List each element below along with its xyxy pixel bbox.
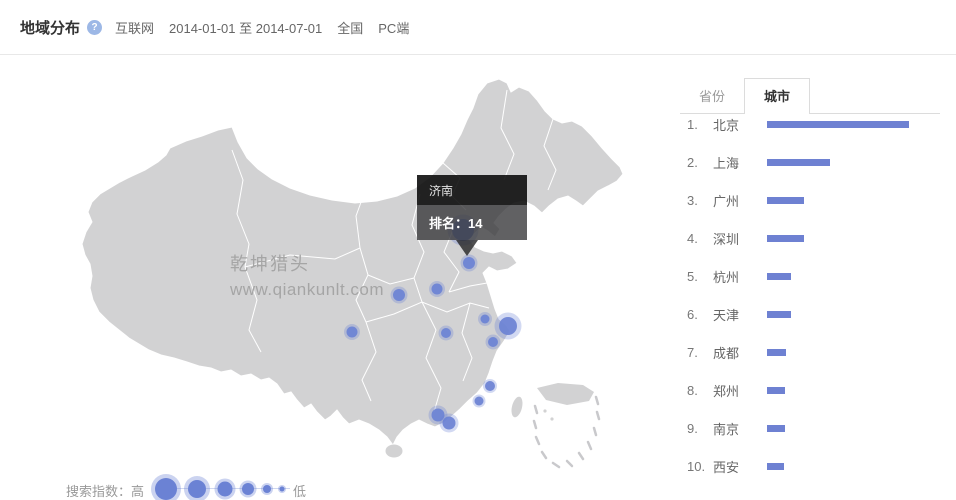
legend-size-dot [263, 485, 271, 493]
rank-number: 1. [687, 117, 713, 132]
rank-bar [767, 349, 786, 356]
city-bubble[interactable] [347, 327, 358, 338]
city-rank-row[interactable]: 1.北京 [680, 105, 956, 143]
page-title: 地域分布 [20, 17, 80, 38]
rank-bar [767, 387, 785, 394]
city-name: 杭州 [713, 267, 767, 286]
rank-bar [767, 463, 784, 470]
legend-size-dot [242, 483, 254, 495]
filter-item-1[interactable]: 2014-01-01 至 2014-07-01 [169, 18, 322, 37]
city-bubble[interactable] [393, 289, 405, 301]
city-bubble[interactable] [485, 381, 495, 391]
rank-bar [767, 159, 830, 166]
rank-bar [767, 273, 791, 280]
search-index-legend: 搜索指数：高 低 [0, 470, 680, 498]
title-wrap: 地域分布 ? [20, 0, 102, 54]
rank-bar [767, 311, 791, 318]
city-name: 南京 [713, 419, 767, 438]
city-rank-row[interactable]: 5.杭州 [680, 257, 956, 295]
filter-item-0[interactable]: 互联网 [115, 18, 154, 37]
city-name: 上海 [713, 153, 767, 172]
filter-item-3[interactable]: PC端 [378, 18, 409, 37]
taiwan-island [510, 396, 525, 419]
city-bubble[interactable] [475, 397, 484, 406]
legend-size-scale [156, 477, 296, 498]
watermark-brand: 乾坤猎头 [230, 254, 384, 276]
rank-number: 7. [687, 345, 713, 360]
rank-number: 6. [687, 307, 713, 322]
city-bubble[interactable] [499, 317, 517, 335]
legend-size-dot [188, 480, 206, 498]
rank-bar [767, 425, 785, 432]
city-name: 广州 [713, 191, 767, 210]
city-name: 郑州 [713, 381, 767, 400]
rank-number: 10. [687, 459, 713, 474]
tooltip-rank-label: 排名： [429, 216, 468, 231]
city-bubble[interactable] [432, 284, 443, 295]
rank-number: 5. [687, 269, 713, 284]
china-map [0, 0, 700, 498]
legend-size-dot [280, 487, 285, 492]
tooltip-city: 济南 [417, 175, 527, 205]
map-tooltip: 济南 排名：14 [417, 175, 527, 240]
rank-number: 8. [687, 383, 713, 398]
tooltip-rank: 排名：14 [417, 205, 527, 240]
header-filters: 互联网 2014-01-01 至 2014-07-01 全国 PC端 [115, 0, 409, 54]
tooltip-rank-value: 14 [468, 216, 482, 231]
city-name: 天津 [713, 305, 767, 324]
city-name: 北京 [713, 115, 767, 134]
rank-number: 2. [687, 155, 713, 170]
rank-number: 4. [687, 231, 713, 246]
city-rank-row[interactable]: 4.深圳 [680, 219, 956, 257]
rank-bar [767, 235, 804, 242]
city-bubble[interactable] [443, 417, 456, 430]
city-rank-row[interactable]: 7.成都 [680, 333, 956, 371]
legend-low-label: 低 [293, 481, 306, 500]
watermark-url: www.qiankunlt.com [230, 280, 384, 300]
city-ranking-list: 1.北京2.上海3.广州4.深圳5.杭州6.天津7.成都8.郑州9.南京10.西… [680, 105, 956, 485]
city-rank-row[interactable]: 10.西安 [680, 447, 956, 485]
city-rank-row[interactable]: 8.郑州 [680, 371, 956, 409]
city-bubble[interactable] [441, 328, 451, 338]
city-rank-row[interactable]: 6.天津 [680, 295, 956, 333]
city-bubble[interactable] [488, 337, 498, 347]
city-rank-row[interactable]: 3.广州 [680, 181, 956, 219]
city-rank-row[interactable]: 2.上海 [680, 143, 956, 181]
filter-item-2[interactable]: 全国 [337, 18, 363, 37]
rank-bar [767, 121, 909, 128]
city-bubble[interactable] [481, 315, 490, 324]
page-header: 地域分布 ? 互联网 2014-01-01 至 2014-07-01 全国 PC端 [0, 0, 956, 55]
city-rank-row[interactable]: 9.南京 [680, 409, 956, 447]
rank-number: 9. [687, 421, 713, 436]
legend-high-label: 搜索指数：高 [66, 481, 144, 500]
legend-size-dot [155, 478, 177, 500]
city-name: 成都 [713, 343, 767, 362]
city-name: 西安 [713, 457, 767, 476]
legend-size-dot [218, 482, 233, 497]
hainan-island [386, 445, 403, 458]
nine-dash-line [534, 397, 599, 467]
city-name: 深圳 [713, 229, 767, 248]
south-china-sea-inset [534, 383, 599, 467]
rank-number: 3. [687, 193, 713, 208]
rank-bar [767, 197, 804, 204]
help-icon[interactable]: ? [87, 20, 102, 35]
watermark: 乾坤猎头 www.qiankunlt.com [230, 254, 384, 300]
